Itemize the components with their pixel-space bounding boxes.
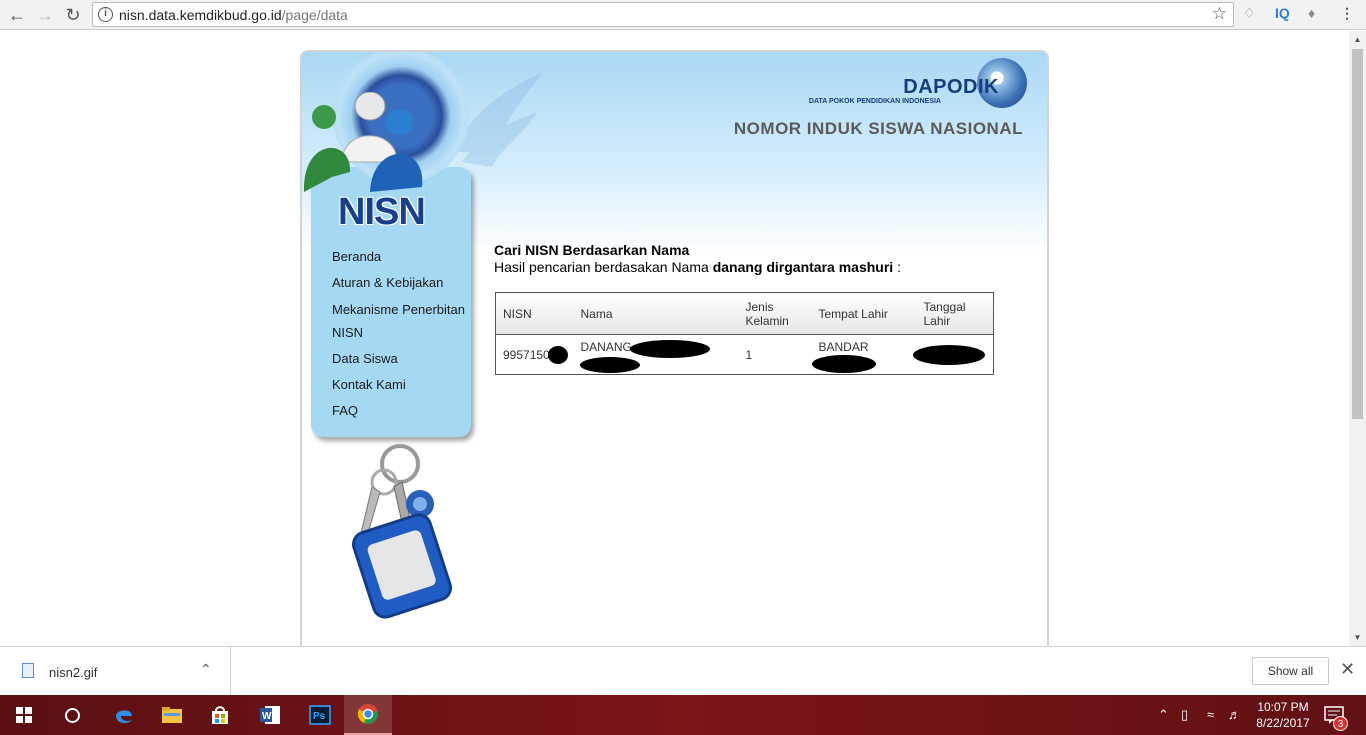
scroll-thumb[interactable] bbox=[1352, 49, 1363, 419]
iq-extension-icon[interactable]: IQ bbox=[1275, 5, 1290, 21]
redaction-mark bbox=[579, 357, 640, 373]
download-filename: nisn2.gif bbox=[49, 665, 98, 680]
browser-toolbar: ← → ↻ i nisn.data.kemdikbud.go.id/page/d… bbox=[0, 0, 1366, 30]
sidebar-item-faq[interactable]: FAQ bbox=[332, 398, 472, 424]
chrome-icon bbox=[357, 704, 378, 724]
image-file-icon bbox=[22, 663, 34, 678]
redaction-mark bbox=[548, 346, 568, 364]
search-query: danang dirgantara mashuri bbox=[712, 259, 894, 275]
taskbar-photoshop[interactable]: Ps bbox=[296, 695, 344, 735]
vertical-scrollbar[interactable]: ▲ ▼ bbox=[1349, 31, 1366, 646]
sidebar-item-mekanisme-penerbitan[interactable]: Mekanisme Penerbitan NISN bbox=[332, 296, 472, 346]
redaction-mark bbox=[629, 340, 710, 358]
search-title: Cari NISN Berdasarkan Nama bbox=[494, 242, 690, 258]
header-nisn: NISN bbox=[495, 292, 574, 335]
taskbar-word[interactable]: W bbox=[246, 695, 294, 735]
photoshop-icon: Ps bbox=[309, 705, 331, 725]
clock-date: 8/22/2017 bbox=[1256, 716, 1310, 730]
header-tempat-lahir: Tempat Lahir bbox=[811, 292, 917, 335]
cell-nisn: 9957150 bbox=[496, 335, 574, 375]
page-title: NOMOR INDUK SISWA NASIONAL bbox=[733, 119, 1023, 138]
cell-jenis-kelamin: 1 bbox=[745, 347, 753, 362]
back-arrow-icon[interactable]: ← bbox=[6, 4, 28, 26]
show-all-button[interactable]: Show all bbox=[1252, 657, 1329, 685]
site-container: DAPODIK DATA POKOK PENDIDIKAN INDONESIA … bbox=[300, 50, 1049, 646]
nisn-logo: NISN bbox=[338, 191, 426, 233]
reload-icon[interactable]: ↻ bbox=[62, 4, 84, 26]
cell-tanggal-lahir bbox=[912, 335, 994, 375]
cell-tempat-lahir: BANDAR bbox=[811, 335, 917, 375]
dapodik-logo: DAPODIK bbox=[903, 76, 999, 98]
sidebar-item-kontak-kami[interactable]: Kontak Kami bbox=[332, 372, 472, 398]
scroll-down-icon[interactable]: ▼ bbox=[1349, 629, 1366, 646]
cortana-icon bbox=[64, 707, 80, 723]
dapodik-tagline: DATA POKOK PENDIDIKAN INDONESIA bbox=[808, 98, 941, 105]
forward-arrow-icon[interactable]: → bbox=[34, 4, 56, 26]
header-tanggal-lahir: Tanggal Lahir bbox=[916, 292, 994, 335]
sidebar-item-data-siswa[interactable]: Data Siswa bbox=[332, 346, 472, 372]
clock-time: 10:07 PM bbox=[1257, 700, 1309, 714]
svg-text:W: W bbox=[262, 711, 272, 722]
taskbar-chrome[interactable] bbox=[344, 695, 392, 735]
notification-badge: 3 bbox=[1333, 716, 1348, 731]
redaction-mark bbox=[811, 355, 876, 373]
url-text: nisn.data.kemdikbud.go.id/page/data bbox=[119, 7, 348, 23]
redaction-mark bbox=[912, 345, 985, 365]
header-jenis-kelamin: Jenis Kelamin bbox=[738, 292, 812, 335]
taskbar-file-explorer[interactable] bbox=[148, 695, 196, 735]
sidebar-menu: Beranda Aturan & Kebijakan Mekanisme Pen… bbox=[332, 244, 472, 424]
chevron-up-icon[interactable]: ⌃ bbox=[200, 661, 212, 678]
search-subtitle: Hasil pencarian berdasakan Nama danang d… bbox=[494, 259, 901, 275]
svg-text:Ps: Ps bbox=[313, 711, 326, 722]
wifi-icon[interactable]: ≈ bbox=[1207, 707, 1214, 722]
tray-chevron-up-icon[interactable]: ⌃ bbox=[1158, 707, 1169, 723]
battery-icon[interactable]: ▯ bbox=[1181, 707, 1188, 723]
cell-nama: DANANG bbox=[574, 335, 739, 375]
close-icon[interactable]: ✕ bbox=[1340, 659, 1355, 680]
sidebar-item-beranda[interactable]: Beranda bbox=[332, 244, 472, 270]
taskbar: W Ps ⌃ ▯ ≈ ♬ 10:07 PM 8/22/2017 3 bbox=[0, 695, 1366, 735]
scroll-up-icon[interactable]: ▲ bbox=[1349, 31, 1366, 48]
taskbar-store[interactable] bbox=[196, 695, 244, 735]
keychain-icon bbox=[351, 444, 453, 619]
address-bar[interactable]: i nisn.data.kemdikbud.go.id/page/data ☆ bbox=[92, 2, 1234, 27]
start-button[interactable] bbox=[0, 695, 48, 735]
volume-icon[interactable]: ♬ bbox=[1228, 707, 1241, 722]
menu-dots-icon[interactable]: ⋮ bbox=[1340, 5, 1354, 22]
store-bag-icon bbox=[212, 706, 228, 724]
download-bar: nisn2.gif ⌃ Show all ✕ bbox=[0, 646, 1366, 696]
search-result-header: Cari NISN Berdasarkan Nama Hasil pencari… bbox=[494, 242, 1014, 275]
taskbar-clock[interactable]: 10:07 PM 8/22/2017 bbox=[1254, 699, 1312, 731]
header-nama: Nama bbox=[573, 292, 739, 335]
folder-icon bbox=[162, 707, 182, 723]
cortana-button[interactable] bbox=[48, 695, 96, 735]
table-row[interactable]: 9957150 DANANG 1 BANDAR bbox=[496, 335, 994, 375]
table-header-row: NISN Nama Jenis Kelamin Tempat Lahir Tan… bbox=[495, 292, 994, 335]
word-icon: W bbox=[260, 706, 280, 724]
download-item[interactable]: nisn2.gif ⌃ bbox=[0, 647, 231, 696]
edge-icon bbox=[116, 710, 132, 724]
taskbar-edge[interactable] bbox=[100, 695, 148, 735]
site-info-icon[interactable]: i bbox=[98, 7, 113, 22]
people-figures-icon bbox=[303, 92, 423, 192]
shield-extension-icon[interactable]: ♦ bbox=[1308, 5, 1315, 21]
bookmark-star-icon[interactable]: ☆ bbox=[1212, 4, 1227, 24]
result-table: NISN Nama Jenis Kelamin Tempat Lahir Tan… bbox=[495, 292, 994, 375]
windows-icon bbox=[16, 707, 32, 723]
sidebar-item-aturan-kebijakan[interactable]: Aturan & Kebijakan bbox=[332, 270, 472, 296]
page-viewport: DAPODIK DATA POKOK PENDIDIKAN INDONESIA … bbox=[0, 31, 1366, 646]
tag-extension-icon[interactable]: ♢ bbox=[1243, 5, 1256, 22]
